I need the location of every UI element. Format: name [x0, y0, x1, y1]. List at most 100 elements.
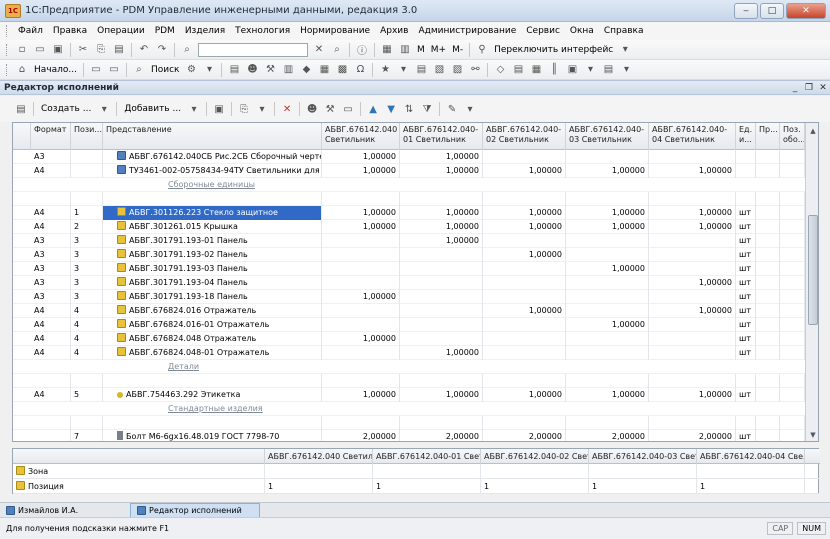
property-value-2[interactable]	[481, 464, 589, 479]
copy-icon[interactable]: ⎘	[93, 42, 109, 58]
cell-note[interactable]	[780, 304, 805, 318]
cell-variant-2[interactable]	[483, 290, 566, 304]
cell-variant-4[interactable]: 1,00000	[649, 164, 736, 178]
gear-icon[interactable]: ⚙	[183, 62, 199, 78]
cell-variant-0[interactable]	[322, 346, 400, 360]
delete-icon[interactable]: ✕	[279, 101, 295, 117]
cell-note[interactable]	[780, 164, 805, 178]
properties-header-variant-2[interactable]: АБВГ.676142.040-02 Свет...	[481, 449, 589, 464]
barcode-icon[interactable]: ▦	[316, 62, 332, 78]
layers-icon[interactable]: ▧	[431, 62, 447, 78]
cell-name[interactable]: АБВГ.301791.193-01 Панель	[103, 234, 322, 248]
cell-variant-3[interactable]	[566, 374, 649, 388]
cell-pr[interactable]	[756, 276, 780, 290]
cell-variant-2[interactable]: 1,00000	[483, 206, 566, 220]
tree-view-icon[interactable]: ▤	[13, 101, 29, 117]
memory-plus-label[interactable]: M+	[428, 45, 449, 55]
property-value-0[interactable]: 1	[265, 479, 373, 494]
cell-variant-3[interactable]: 1,00000	[566, 262, 649, 276]
header-pr[interactable]: Пр...	[756, 123, 780, 150]
cell-unit[interactable]: шт	[736, 206, 756, 220]
cell-name[interactable]: АБВГ.676142.040СБ Рис.2СБ Сборочный черт…	[103, 150, 322, 164]
new-document-icon[interactable]: ▫	[14, 42, 30, 58]
cell-unit[interactable]	[736, 150, 756, 164]
cell-variant-3[interactable]: 1,00000	[566, 164, 649, 178]
cell-unit[interactable]	[736, 192, 756, 206]
cell-pos[interactable]: 3	[71, 234, 103, 248]
cell-variant-1[interactable]	[400, 318, 483, 332]
cell-format[interactable]: A3	[31, 150, 71, 164]
table-scrollbar[interactable]: ▲ ▼	[805, 123, 818, 441]
cell-variant-3[interactable]: 1,00000	[566, 318, 649, 332]
properties-header-variant-0[interactable]: АБВГ.676142.040 Светил...	[265, 449, 373, 464]
redo-icon[interactable]: ↷	[154, 42, 170, 58]
cell-name[interactable]	[103, 192, 322, 206]
cell-variant-1[interactable]: 1,00000	[400, 234, 483, 248]
pencil-icon[interactable]: ✎	[444, 101, 460, 117]
undo-icon[interactable]: ↶	[136, 42, 152, 58]
table-row[interactable]: A4 4 АБВГ.676824.016 Отражатель 1,00000 1,00…	[13, 304, 805, 318]
cell-variant-1[interactable]: 1,00000	[400, 150, 483, 164]
header-unit[interactable]: Ед. и...	[736, 123, 756, 150]
table-row[interactable]: A4 ТУ3461-002-05758434-94ТУ Светильники д…	[13, 164, 805, 178]
doc-minimize-icon[interactable]: _	[788, 83, 802, 93]
cell-format[interactable]: A4	[31, 220, 71, 234]
cell-variant-3[interactable]: 1,00000	[566, 206, 649, 220]
cell-variant-0[interactable]	[322, 374, 400, 388]
cell-variant-4[interactable]	[649, 318, 736, 332]
cell-format[interactable]: A3	[31, 248, 71, 262]
cell-variant-2[interactable]	[483, 374, 566, 388]
cell-variant-2[interactable]: 1,00000	[483, 164, 566, 178]
cell-variant-3[interactable]	[566, 248, 649, 262]
cell-name[interactable]: АБВГ.301791.193-18 Панель	[103, 290, 322, 304]
header-position[interactable]: Пози...	[71, 123, 103, 150]
cell-pr[interactable]	[756, 262, 780, 276]
chevron-down-icon[interactable]: ▾	[395, 62, 411, 78]
copy-icon[interactable]: ⎘	[236, 101, 252, 117]
cell-format[interactable]: A4	[31, 318, 71, 332]
menu-item[interactable]: Изделия	[180, 26, 230, 36]
property-value-4[interactable]	[697, 464, 805, 479]
cell-format[interactable]: A4	[31, 346, 71, 360]
cell-format[interactable]: A3	[31, 234, 71, 248]
cell-variant-0[interactable]	[322, 248, 400, 262]
menu-item[interactable]: Правка	[48, 26, 92, 36]
link-icon[interactable]: ⚯	[467, 62, 483, 78]
property-value-3[interactable]: 1	[589, 479, 697, 494]
table-row[interactable]: A3 3 АБВГ.301791.193-02 Панель 1,00000 шт	[13, 248, 805, 262]
cell-variant-2[interactable]: 2,00000	[483, 430, 566, 441]
cell-note[interactable]	[780, 388, 805, 402]
header-note[interactable]: Поз. обо...	[780, 123, 805, 150]
chevron-down-icon[interactable]: ▾	[617, 42, 633, 58]
cell-variant-3[interactable]	[566, 332, 649, 346]
cell-pr[interactable]	[756, 234, 780, 248]
table-row[interactable]: A3 3 АБВГ.301791.193-01 Панель 1,00000 шт	[13, 234, 805, 248]
cell-pos[interactable]: 4	[71, 346, 103, 360]
maximize-button[interactable]: □	[760, 2, 784, 19]
chevron-down-icon[interactable]: ▾	[618, 62, 634, 78]
search-button[interactable]: Поиск	[148, 65, 183, 75]
add-button[interactable]: Добавить ...	[120, 102, 185, 116]
book-icon[interactable]: ▥	[280, 62, 296, 78]
omega-icon[interactable]: Ω	[352, 62, 368, 78]
cell-name[interactable]: АБВГ.754463.292 Этикетка	[103, 388, 322, 402]
scroll-thumb[interactable]	[808, 215, 818, 325]
calculator-icon[interactable]: ▦	[379, 42, 395, 58]
info-icon[interactable]: ⓘ	[354, 42, 370, 58]
cell-variant-0[interactable]: 1,00000	[322, 332, 400, 346]
switch-icon[interactable]: ⚲	[474, 42, 490, 58]
cell-name[interactable]	[103, 416, 322, 430]
cell-variant-1[interactable]	[400, 374, 483, 388]
table-row[interactable]: A4 5 АБВГ.754463.292 Этикетка 1,00000 1,0000…	[13, 388, 805, 402]
cell-variant-2[interactable]	[483, 150, 566, 164]
cell-note[interactable]	[780, 276, 805, 290]
cell-unit[interactable]: шт	[736, 220, 756, 234]
cell-name[interactable]: АБВГ.676824.048-01 Отражатель	[103, 346, 322, 360]
cell-pos[interactable]	[71, 374, 103, 388]
table-row[interactable]: A3 АБВГ.676142.040СБ Рис.2СБ Сборочный че…	[13, 150, 805, 164]
cell-variant-0[interactable]: 1,00000	[322, 388, 400, 402]
cell-variant-1[interactable]: 1,00000	[400, 220, 483, 234]
cell-name[interactable]: Болт М6-6gх16.48.019 ГОСТ 7798-70	[103, 430, 322, 441]
cell-pos[interactable]: 1	[71, 206, 103, 220]
cell-variant-3[interactable]: 1,00000	[566, 220, 649, 234]
